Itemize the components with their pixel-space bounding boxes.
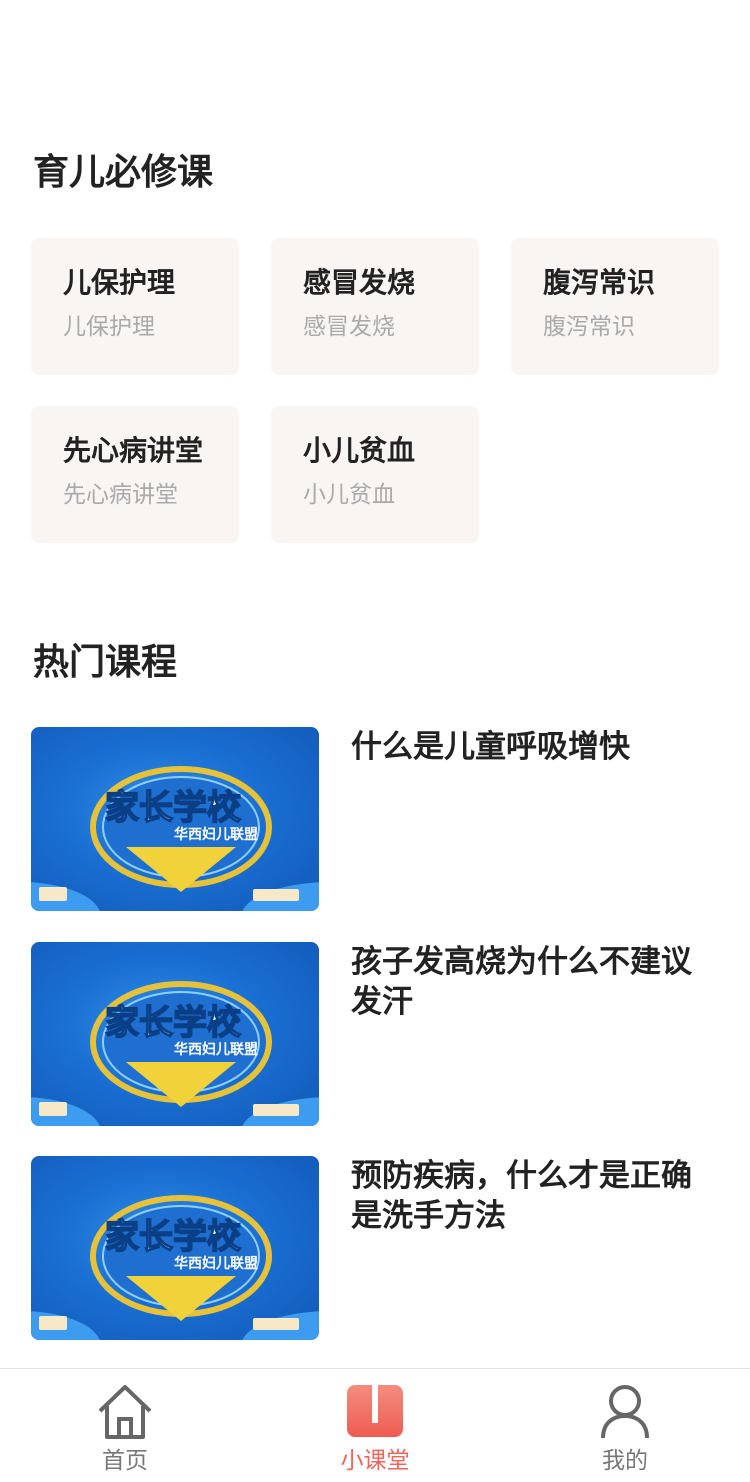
category-card-child-care[interactable]: 儿保护理 儿保护理: [31, 238, 239, 375]
tab-classroom[interactable]: 小课堂: [250, 1369, 500, 1482]
course-item[interactable]: 家长学校 华西妇儿联盟 孩子发高烧为什么不建议发汗: [31, 942, 721, 1126]
course-thumbnail: 家长学校 华西妇儿联盟: [31, 942, 319, 1126]
category-subtitle: 先心病讲堂: [63, 482, 178, 508]
category-title: 小儿贫血: [303, 434, 416, 467]
category-title: 感冒发烧: [303, 266, 416, 299]
thumb-subtext: 华西妇儿联盟: [174, 826, 258, 843]
tab-mine[interactable]: 我的: [500, 1369, 750, 1482]
category-title: 腹泻常识: [543, 266, 656, 299]
category-card-anemia[interactable]: 小儿贫血 小儿贫血: [271, 406, 479, 543]
category-subtitle: 儿保护理: [63, 314, 155, 340]
tab-mine-label: 我的: [602, 1448, 648, 1474]
bottom-tab-bar: 首页 小课堂 我的: [0, 1368, 750, 1482]
thumb-text: 家长学校: [105, 1003, 241, 1043]
category-subtitle: 小儿贫血: [303, 482, 395, 508]
thumb-subtext: 华西妇儿联盟: [174, 1255, 258, 1272]
course-title: 孩子发高烧为什么不建议发汗: [351, 944, 692, 1020]
tab-classroom-label: 小课堂: [340, 1448, 410, 1474]
course-thumbnail: 家长学校 华西妇儿联盟: [31, 727, 319, 911]
tab-home-label: 首页: [102, 1448, 148, 1474]
category-subtitle: 感冒发烧: [303, 314, 395, 340]
thumb-text: 家长学校: [105, 788, 241, 828]
section-title-hot: 热门课程: [33, 642, 178, 683]
person-icon: [601, 1385, 649, 1439]
category-subtitle: 腹泻常识: [543, 314, 635, 340]
course-item[interactable]: 家长学校 华西妇儿联盟 什么是儿童呼吸增快: [31, 727, 721, 911]
category-card-cold-fever[interactable]: 感冒发烧 感冒发烧: [271, 238, 479, 375]
category-card-diarrhea[interactable]: 腹泻常识 腹泻常识: [511, 238, 719, 375]
home-icon: [98, 1385, 152, 1439]
course-thumbnail: 家长学校 华西妇儿联盟: [31, 1156, 319, 1340]
thumb-subtext: 华西妇儿联盟: [174, 1041, 258, 1058]
book-icon: [347, 1385, 403, 1437]
course-item[interactable]: 家长学校 华西妇儿联盟 预防疾病，什么才是正确是洗手方法: [31, 1156, 721, 1340]
category-title: 先心病讲堂: [63, 434, 204, 467]
course-title: 预防疾病，什么才是正确是洗手方法: [351, 1158, 692, 1234]
tab-home[interactable]: 首页: [0, 1369, 250, 1482]
category-title: 儿保护理: [63, 266, 176, 299]
category-card-congenital-heart[interactable]: 先心病讲堂 先心病讲堂: [31, 406, 239, 543]
section-title-required: 育儿必修课: [33, 152, 214, 193]
thumb-text: 家长学校: [105, 1217, 241, 1257]
course-title: 什么是儿童呼吸增快: [351, 729, 630, 765]
